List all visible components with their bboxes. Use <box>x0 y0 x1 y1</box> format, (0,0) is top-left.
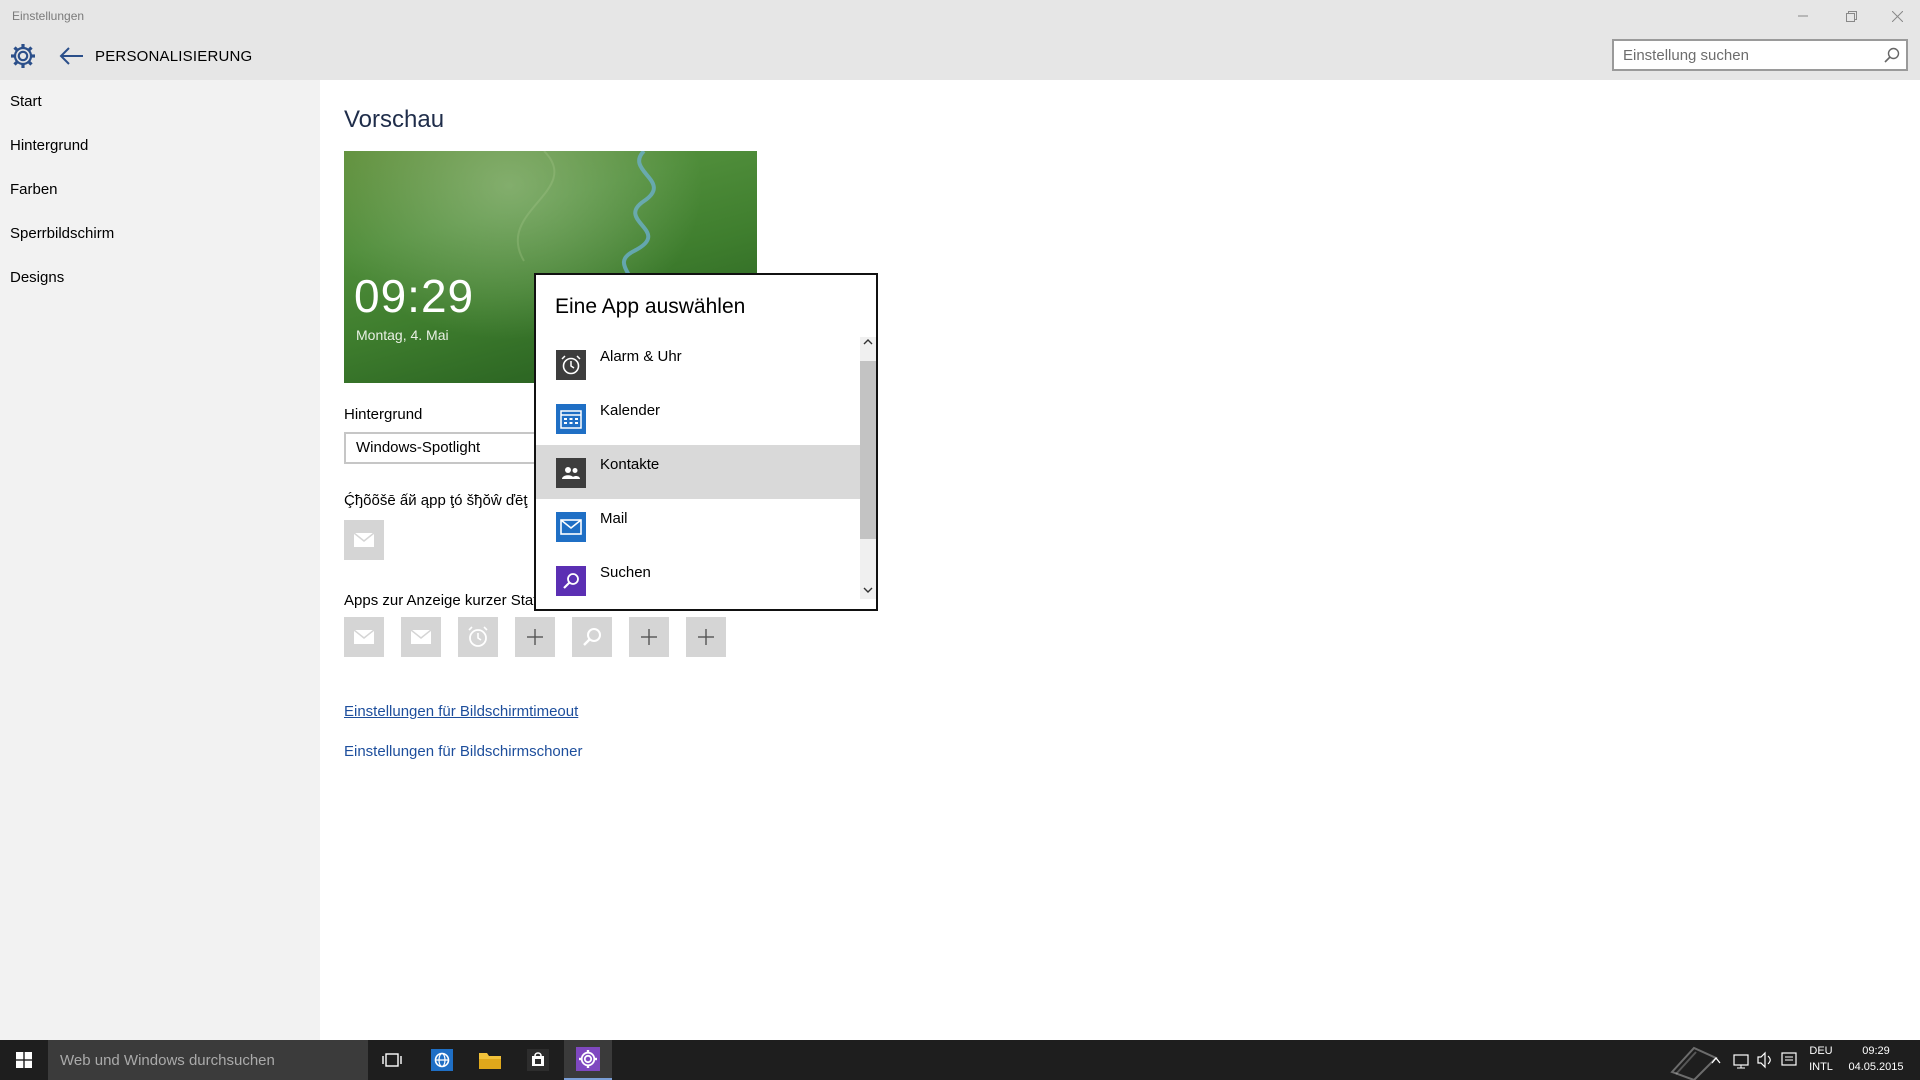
restore-icon <box>1845 10 1857 22</box>
calendar-icon <box>556 404 586 434</box>
file-explorer-icon <box>479 1053 501 1069</box>
close-icon <box>1891 10 1903 22</box>
app-option-label: Mail <box>600 510 628 527</box>
screen-timeout-link[interactable]: Einstellungen für Bildschirmtimeout <box>344 703 578 720</box>
sidebar-item-sperrbildschirm[interactable]: Sperrbildschirm <box>0 212 320 256</box>
alarm-icon <box>468 626 488 647</box>
quick-status-tile-6[interactable] <box>629 617 669 657</box>
app-option-label: Kontakte <box>600 456 660 473</box>
mail-icon <box>354 533 374 547</box>
mail-icon <box>354 630 374 644</box>
quick-status-tile-5[interactable] <box>572 617 612 657</box>
chevron-down-icon[interactable] <box>863 585 873 595</box>
settings-taskbar-button[interactable] <box>564 1040 612 1080</box>
mail-icon <box>411 630 431 644</box>
network-icon[interactable] <box>1732 1040 1750 1080</box>
windows-logo-icon <box>16 1052 32 1068</box>
action-center-icon[interactable] <box>1780 1040 1798 1080</box>
app-option-mail[interactable]: Mail <box>536 499 860 553</box>
scrollbar-thumb[interactable] <box>860 361 876 539</box>
flyout-scrollbar[interactable] <box>860 337 876 599</box>
preview-heading: Vorschau <box>344 106 445 133</box>
clock-time[interactable]: 09:29 <box>1844 1045 1908 1058</box>
screensaver-link[interactable]: Einstellungen für Bildschirmschoner <box>344 743 582 760</box>
window-title-bar: Einstellungen <box>0 0 1920 32</box>
quick-status-tile-7[interactable] <box>686 617 726 657</box>
settings-icon <box>576 1047 600 1071</box>
sidebar: Start Hintergrund Farben Sperrbildschirm… <box>0 80 320 1040</box>
volume-icon[interactable] <box>1756 1040 1774 1080</box>
settings-search-input[interactable] <box>1614 41 1864 69</box>
quick-status-tile-1[interactable] <box>344 617 384 657</box>
mail-icon <box>556 512 586 542</box>
preview-date: Montag, 4. Mai <box>356 327 449 343</box>
sidebar-item-farben[interactable]: Farben <box>0 168 320 212</box>
task-view-icon <box>382 1053 402 1067</box>
start-button[interactable] <box>0 1040 48 1080</box>
language-indicator-top[interactable]: DEU <box>1804 1045 1838 1058</box>
task-view-button[interactable] <box>368 1040 416 1080</box>
plus-icon <box>641 629 657 645</box>
flyout-title: Eine App auswählen <box>555 295 746 318</box>
taskbar: DEU INTL 09:29 04.05.2015 <box>0 1040 1920 1080</box>
plus-icon <box>698 629 714 645</box>
file-explorer-button[interactable] <box>466 1040 514 1080</box>
app-option-search[interactable]: Suchen <box>536 553 860 607</box>
app-option-label: Kalender <box>600 402 661 419</box>
choose-app-flyout: Eine App auswählen Alarm & Uhr Kalender … <box>534 273 878 611</box>
gear-icon <box>11 44 35 68</box>
search-icon[interactable] <box>1884 47 1900 63</box>
chevron-up-icon[interactable] <box>863 337 873 347</box>
page-title: PERSONALISIERUNG <box>95 48 253 65</box>
close-button[interactable] <box>1874 0 1920 32</box>
search-icon <box>583 628 601 646</box>
language-indicator-bottom[interactable]: INTL <box>1804 1061 1838 1074</box>
restore-button[interactable] <box>1828 0 1874 32</box>
sidebar-item-designs[interactable]: Designs <box>0 256 320 300</box>
search-icon <box>556 566 586 596</box>
sidebar-item-start[interactable]: Start <box>0 80 320 124</box>
app-option-label: Alarm & Uhr <box>600 348 682 365</box>
store-button[interactable] <box>514 1040 562 1080</box>
detailed-status-label: Ḉђõõšē ấй ąрр ţó šђŏŵ ďēţ <box>344 492 528 509</box>
quick-status-label: Apps zur Anzeige kurzer Stat <box>344 592 534 609</box>
app-option-alarm[interactable]: Alarm & Uhr <box>536 337 860 391</box>
quick-status-tile-2[interactable] <box>401 617 441 657</box>
quick-status-tile-4[interactable] <box>515 617 555 657</box>
background-label: Hintergrund <box>344 406 423 423</box>
app-option-calendar[interactable]: Kalender <box>536 391 860 445</box>
back-arrow-icon[interactable] <box>58 45 84 67</box>
clock-date[interactable]: 04.05.2015 <box>1844 1061 1908 1074</box>
app-option-label: Suchen <box>600 564 651 581</box>
settings-header: PERSONALISIERUNG <box>0 32 1920 80</box>
edge-icon <box>431 1049 453 1071</box>
detailed-status-app-tile[interactable] <box>344 520 384 560</box>
quick-status-tile-3[interactable] <box>458 617 498 657</box>
preview-time: 09:29 <box>354 270 475 322</box>
window-title: Einstellungen <box>12 9 85 23</box>
people-icon <box>556 458 586 488</box>
app-option-contacts[interactable]: Kontakte <box>536 445 860 499</box>
plus-icon <box>527 629 543 645</box>
taskbar-search-input[interactable] <box>48 1040 348 1080</box>
minimize-icon <box>1798 15 1808 17</box>
chevron-up-icon[interactable] <box>1710 1040 1722 1080</box>
settings-search-box[interactable] <box>1612 39 1908 71</box>
minimize-button[interactable] <box>1780 0 1826 32</box>
store-icon <box>527 1049 549 1071</box>
sidebar-item-hintergrund[interactable]: Hintergrund <box>0 124 320 168</box>
taskbar-search-box[interactable] <box>48 1040 368 1080</box>
alarm-icon <box>556 350 586 380</box>
edge-button[interactable] <box>418 1040 466 1080</box>
